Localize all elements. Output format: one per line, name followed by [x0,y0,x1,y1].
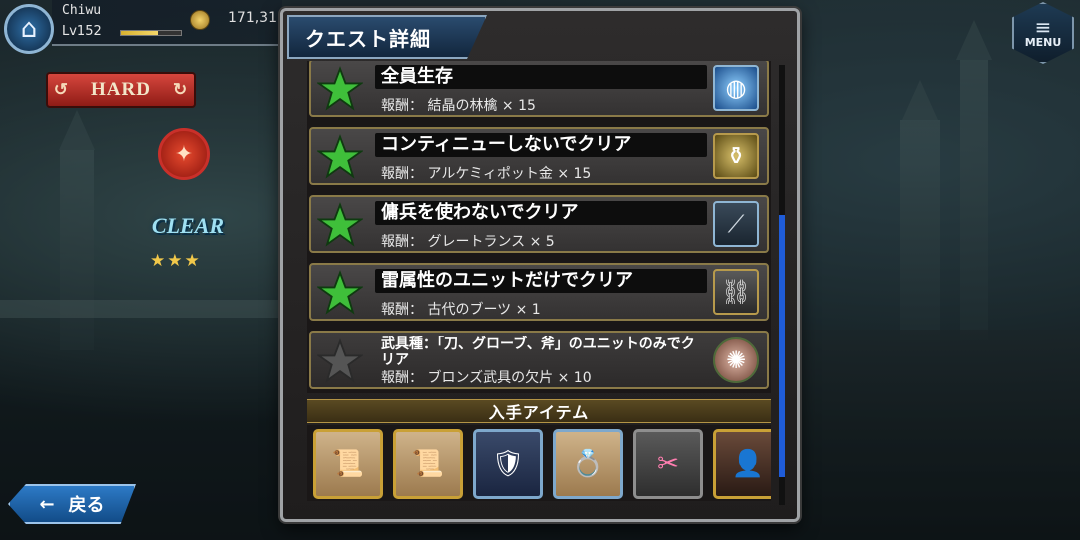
reward-text: 古代のブーツ × 1 [427,302,541,318]
mission-title: 武具種：「刀、グローブ、斧」のユニットのみでクリア [381,336,695,368]
rotate-right-icon: ↻ [172,80,189,99]
items-header: 入手アイテム [307,399,771,423]
reward-prefix: 報酬： [381,98,423,114]
home-button[interactable]: ⌂ [4,4,54,54]
player-name: Chiwu [62,3,102,18]
mission-reward: 報酬： 古代のブーツ × 1 [381,299,541,319]
rotate-left-icon: ↺ [53,80,70,99]
star-icon [317,66,363,111]
scroll-unit-icon[interactable]: 📜 [313,429,383,499]
star-icon [317,202,363,247]
panel-header: クエスト詳細 [287,15,487,59]
difficulty-toggle-button[interactable]: ↺ HARD ↻ [46,72,196,108]
difficulty-label: HARD [91,79,151,100]
back-button[interactable]: ← 戻る [8,484,136,524]
quest-detail-panel: クエスト詳細 全員生存 報酬： 結晶の林檎 × 15 ◍ コンティニューしないで… [280,8,800,522]
mission-scrollbar[interactable] [779,65,785,505]
mission-title: コンティニューしないでクリア [375,133,707,157]
star-icon [317,338,363,383]
mission-row: 雷属性のユニットだけでクリア 報酬： 古代のブーツ × 1 ⛓ [309,263,769,321]
exp-bar [120,30,182,36]
star-icon [317,134,363,179]
reward-prefix: 報酬： [381,166,423,182]
mission-reward: 報酬： 結晶の林檎 × 15 [381,95,536,115]
mission-reward: 報酬： アルケミィポット金 × 15 [381,163,591,183]
mission-row: 全員生存 報酬： 結晶の林檎 × 15 ◍ [309,61,769,117]
star-icon [317,270,363,315]
map-pin-icon: ✦ [158,128,210,180]
reward-text: 結晶の林檎 × 15 [427,98,536,114]
map-quest-node[interactable]: ✦ [158,128,210,192]
ancient-boots-icon: ⛓ [713,269,759,315]
hamburger-icon: ≡ [1034,14,1052,39]
arrow-left-icon: ← [39,493,55,515]
menu-label: MENU [1024,35,1062,49]
hero-portrait-icon[interactable]: 👤 [713,429,771,499]
shield-crest-icon[interactable]: 🛡 [473,429,543,499]
coin-amount: 171,31 [228,10,277,26]
reward-text: グレートランス × 5 [427,234,555,250]
items-title: 入手アイテム [488,403,590,422]
alchemy-pot-icon: ⚱ [713,133,759,179]
reward-text: ブロンズ武具の欠片 × 10 [427,370,592,386]
reward-prefix: 報酬： [381,302,423,318]
mission-list[interactable]: 全員生存 報酬： 結晶の林檎 × 15 ◍ コンティニューしないでクリア 報酬：… [307,61,771,393]
scroll-purple-icon[interactable]: 📜 [393,429,463,499]
reward-text: アルケミィポット金 × 15 [427,166,592,182]
mission-title: 傭兵を使わないでクリア [375,201,707,225]
mission-reward: 報酬： ブロンズ武具の欠片 × 10 [381,367,592,387]
mission-title: 全員生存 [375,65,707,89]
apple-crystal-icon: ◍ [713,65,759,111]
player-level: Lv152 [62,24,102,39]
mission-row: 武具種：「刀、グローブ、斧」のユニットのみでクリア 報酬： ブロンズ武具の欠片 … [309,331,769,389]
items-row[interactable]: 📜 📜 🛡 💍 ✂ 👤 [307,425,771,501]
scrollbar-thumb[interactable] [779,215,785,477]
mission-row: コンティニューしないでクリア 報酬： アルケミィポット金 × 15 ⚱ [309,127,769,185]
back-label: 戻る [68,495,105,516]
mission-row: 傭兵を使わないでクリア 報酬： グレートランス × 5 ⟋ [309,195,769,253]
bronze-shard-icon: ✺ [713,337,759,383]
reward-prefix: 報酬： [381,234,423,250]
reward-prefix: 報酬： [381,370,423,386]
mission-reward: 報酬： グレートランス × 5 [381,231,555,251]
great-lance-icon: ⟋ [713,201,759,247]
clear-badge: CLEAR [151,213,225,238]
mission-title: 雷属性のユニットだけでクリア [375,269,707,293]
home-icon: ⌂ [20,14,38,44]
exp-bar-fill [121,31,159,35]
panel-title: クエスト詳細 [305,26,431,51]
ring-scroll-icon[interactable]: 💍 [553,429,623,499]
ticket-icon[interactable]: ✂ [633,429,703,499]
node-stars: ★★★ [150,251,202,271]
coin-icon [190,10,210,30]
